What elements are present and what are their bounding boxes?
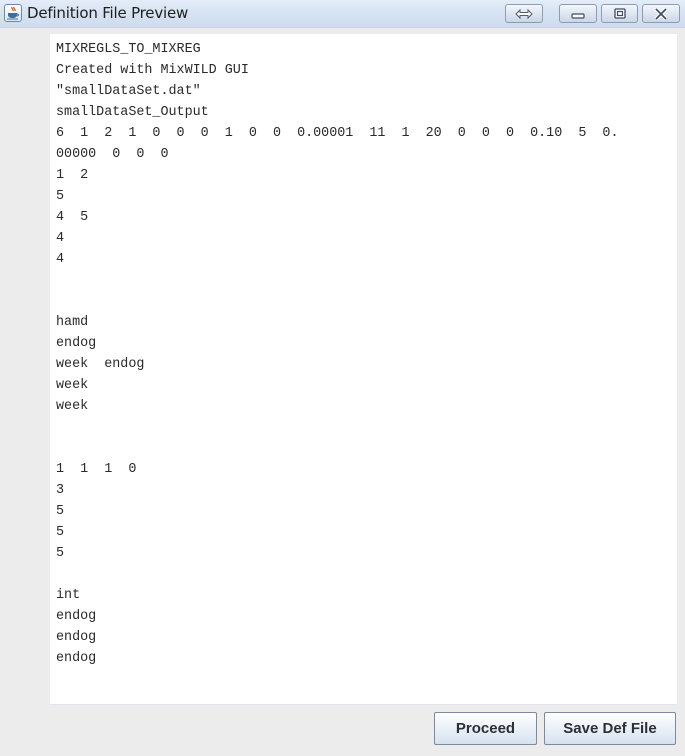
proceed-button[interactable]: Proceed bbox=[434, 712, 537, 745]
panel-edge bbox=[677, 34, 685, 705]
maximize-button[interactable] bbox=[601, 4, 638, 23]
definition-file-line: endog bbox=[56, 630, 97, 645]
definition-file-line: "smallDataSet.dat" bbox=[56, 84, 201, 99]
close-icon bbox=[654, 7, 668, 20]
definition-file-line: 5 bbox=[56, 189, 65, 204]
definition-file-line: endog bbox=[56, 651, 97, 666]
definition-file-line: hamd bbox=[56, 315, 89, 330]
definition-file-line: 4 bbox=[56, 252, 65, 267]
save-def-file-button[interactable]: Save Def File bbox=[544, 712, 676, 745]
definition-file-line: 4 bbox=[56, 231, 65, 246]
title-bar[interactable]: Definition File Preview bbox=[0, 0, 685, 28]
definition-file-line: Created with MixWILD GUI bbox=[56, 63, 249, 78]
close-button[interactable] bbox=[642, 4, 680, 23]
definition-file-line: MIXREGLS_TO_MIXREG bbox=[56, 42, 201, 57]
definition-file-line: endog bbox=[56, 609, 97, 624]
definition-file-line: 3 bbox=[56, 483, 65, 498]
definition-file-line: 5 bbox=[56, 546, 65, 561]
definition-file-line: week bbox=[56, 399, 89, 414]
definition-file-line: smallDataSet_Output bbox=[56, 105, 209, 120]
maximize-icon bbox=[613, 7, 626, 19]
definition-file-line: 4 5 bbox=[56, 210, 89, 225]
definition-file-line: 1 1 1 0 bbox=[56, 462, 137, 477]
definition-file-line: 6 1 2 1 0 0 0 1 0 0 0.00001 11 1 20 0 0 … bbox=[56, 126, 619, 141]
minimize-button[interactable] bbox=[559, 4, 597, 23]
definition-file-line: endog bbox=[56, 336, 97, 351]
definition-file-line: 1 2 bbox=[56, 168, 89, 183]
definition-file-line: 00000 0 0 0 bbox=[56, 147, 169, 162]
swap-button[interactable] bbox=[505, 4, 543, 23]
definition-file-line: 5 bbox=[56, 525, 65, 540]
double-arrow-icon bbox=[515, 8, 533, 19]
definition-file-line: int bbox=[56, 588, 81, 603]
definition-file-line: week bbox=[56, 378, 89, 393]
minimize-icon bbox=[571, 12, 585, 19]
definition-file-line: 5 bbox=[56, 504, 65, 519]
definition-file-text-area[interactable]: MIXREGLS_TO_MIXREG Created with MixWILD G… bbox=[50, 34, 677, 705]
java-coffee-cup-icon bbox=[4, 4, 22, 22]
window-title: Definition File Preview bbox=[27, 4, 189, 22]
definition-file-line: week endog bbox=[56, 357, 145, 372]
